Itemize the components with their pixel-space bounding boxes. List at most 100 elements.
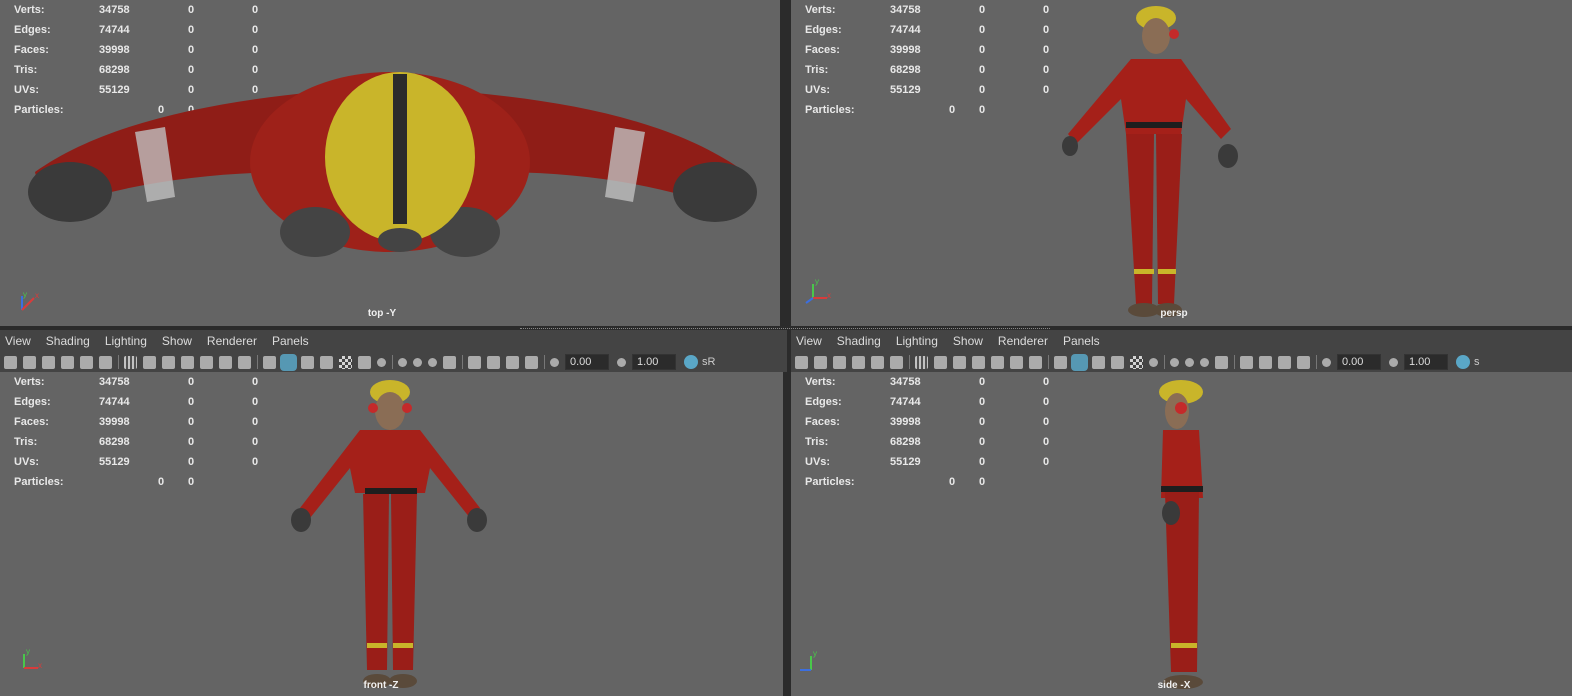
image-plane-icon[interactable] — [61, 355, 74, 369]
screen-space-ao-icon[interactable] — [1170, 357, 1179, 367]
view-transform-label[interactable]: sR — [702, 356, 715, 368]
shadows-icon[interactable] — [377, 357, 386, 367]
camera-select-icon[interactable] — [795, 355, 808, 369]
xray-icon[interactable] — [487, 355, 500, 369]
wireframe-on-shaded-icon[interactable] — [1111, 355, 1124, 369]
toolbar-separator — [1048, 355, 1049, 369]
menu-shading[interactable]: Shading — [837, 334, 881, 348]
gate-mask-icon[interactable] — [972, 355, 985, 369]
color-management-icon[interactable] — [684, 355, 698, 369]
svg-text:y: y — [813, 649, 817, 658]
viewport-top[interactable]: Verts: 34758 0 0 Edges: 74744 0 0 Faces: 39998 0… — [0, 0, 780, 326]
depth-of-field-icon[interactable] — [1215, 355, 1228, 369]
grease-pencil-icon[interactable] — [99, 355, 112, 369]
depth-of-field-icon[interactable] — [443, 355, 456, 369]
wireframe-icon[interactable] — [1054, 355, 1067, 369]
menu-lighting[interactable]: Lighting — [896, 334, 938, 348]
film-gate-icon[interactable] — [934, 355, 947, 369]
motion-blur-icon[interactable] — [413, 357, 422, 367]
film-gate-icon[interactable] — [143, 355, 156, 369]
xray-active-icon[interactable] — [1278, 355, 1291, 369]
camera-attributes-icon[interactable] — [814, 355, 827, 369]
textured-icon[interactable] — [1130, 355, 1143, 369]
bookmark-icon[interactable] — [833, 355, 846, 369]
default-material-icon[interactable] — [301, 355, 314, 369]
menu-view[interactable]: View — [5, 334, 31, 348]
gamma-field[interactable]: 1.00 — [1404, 354, 1448, 370]
grid-icon[interactable] — [915, 355, 928, 369]
exposure-icon[interactable] — [550, 357, 559, 367]
two-d-pan-zoom-icon[interactable] — [80, 355, 93, 369]
safe-action-icon[interactable] — [219, 355, 232, 369]
isolate-select-icon[interactable] — [468, 355, 481, 369]
menu-panels[interactable]: Panels — [272, 334, 309, 348]
xray-active-icon[interactable] — [506, 355, 519, 369]
field-chart-icon[interactable] — [991, 355, 1004, 369]
field-chart-icon[interactable] — [200, 355, 213, 369]
two-d-pan-zoom-icon[interactable] — [871, 355, 884, 369]
viewport-persp[interactable]: Verts: 34758 0 0 Edges: 74744 0 0 Faces: 39998 0… — [791, 0, 1572, 326]
motion-blur-icon[interactable] — [1185, 357, 1194, 367]
image-plane-icon[interactable] — [852, 355, 865, 369]
character-model-side-view[interactable] — [1141, 378, 1221, 696]
smooth-shade-icon[interactable] — [1073, 355, 1086, 369]
menu-panels[interactable]: Panels — [1063, 334, 1100, 348]
wireframe-icon[interactable] — [263, 355, 276, 369]
bookmark-icon[interactable] — [42, 355, 55, 369]
exposure-field[interactable]: 0.00 — [1337, 354, 1381, 370]
grid-icon[interactable] — [124, 355, 137, 369]
safe-title-icon[interactable] — [1029, 355, 1042, 369]
camera-label: front -Z — [363, 680, 399, 691]
menu-view[interactable]: View — [796, 334, 822, 348]
gate-mask-icon[interactable] — [181, 355, 194, 369]
multisample-aa-icon[interactable] — [428, 357, 437, 367]
svg-text:x: x — [38, 661, 42, 670]
camera-label: side -X — [1157, 680, 1191, 691]
menu-renderer[interactable]: Renderer — [998, 334, 1048, 348]
menu-shading[interactable]: Shading — [46, 334, 90, 348]
resolution-gate-icon[interactable] — [162, 355, 175, 369]
camera-select-icon[interactable] — [4, 355, 17, 369]
viewport-front[interactable]: Verts: 34758 0 0 Edges: 74744 0 0 Faces: 39998 0… — [0, 372, 783, 696]
color-management-icon[interactable] — [1456, 355, 1470, 369]
view-transform-label[interactable]: s — [1474, 356, 1480, 368]
character-model-persp-view[interactable] — [1056, 4, 1246, 324]
toolbar-separator — [392, 355, 393, 369]
panel-menu-bar: View Shading Lighting Show Renderer Pane… — [0, 330, 787, 352]
character-model-front-view[interactable] — [285, 378, 495, 696]
smooth-shade-icon[interactable] — [282, 355, 295, 369]
wireframe-on-shaded-icon[interactable] — [320, 355, 333, 369]
pane-divider-dotted — [520, 328, 1050, 329]
xray-icon[interactable] — [1259, 355, 1272, 369]
use-all-lights-icon[interactable] — [358, 355, 371, 369]
menu-show[interactable]: Show — [953, 334, 983, 348]
default-material-icon[interactable] — [1092, 355, 1105, 369]
menu-lighting[interactable]: Lighting — [105, 334, 147, 348]
exposure-icon[interactable] — [1322, 357, 1331, 367]
toolbar-separator — [462, 355, 463, 369]
grease-pencil-icon[interactable] — [890, 355, 903, 369]
menu-show[interactable]: Show — [162, 334, 192, 348]
safe-title-icon[interactable] — [238, 355, 251, 369]
character-model-top-view[interactable] — [15, 62, 765, 262]
svg-text:y: y — [26, 647, 30, 656]
multisample-aa-icon[interactable] — [1200, 357, 1209, 367]
resolution-gate-icon[interactable] — [953, 355, 966, 369]
menu-renderer[interactable]: Renderer — [207, 334, 257, 348]
xray-joints-icon[interactable] — [1297, 355, 1310, 369]
xray-joints-icon[interactable] — [525, 355, 538, 369]
gamma-icon[interactable] — [617, 357, 626, 367]
exposure-field[interactable]: 0.00 — [565, 354, 609, 370]
shadows-icon[interactable] — [1149, 357, 1158, 367]
isolate-select-icon[interactable] — [1240, 355, 1253, 369]
camera-label: persp — [1160, 308, 1188, 319]
gamma-field[interactable]: 1.00 — [632, 354, 676, 370]
screen-space-ao-icon[interactable] — [398, 357, 407, 367]
textured-icon[interactable] — [339, 355, 352, 369]
viewport-side[interactable]: Verts: 34758 0 0 Edges: 74744 0 0 Faces: 39998 0… — [791, 372, 1572, 696]
safe-action-icon[interactable] — [1010, 355, 1023, 369]
svg-text:x: x — [35, 291, 39, 300]
camera-attributes-icon[interactable] — [23, 355, 36, 369]
gamma-icon[interactable] — [1389, 357, 1398, 367]
toolbar-separator — [257, 355, 258, 369]
